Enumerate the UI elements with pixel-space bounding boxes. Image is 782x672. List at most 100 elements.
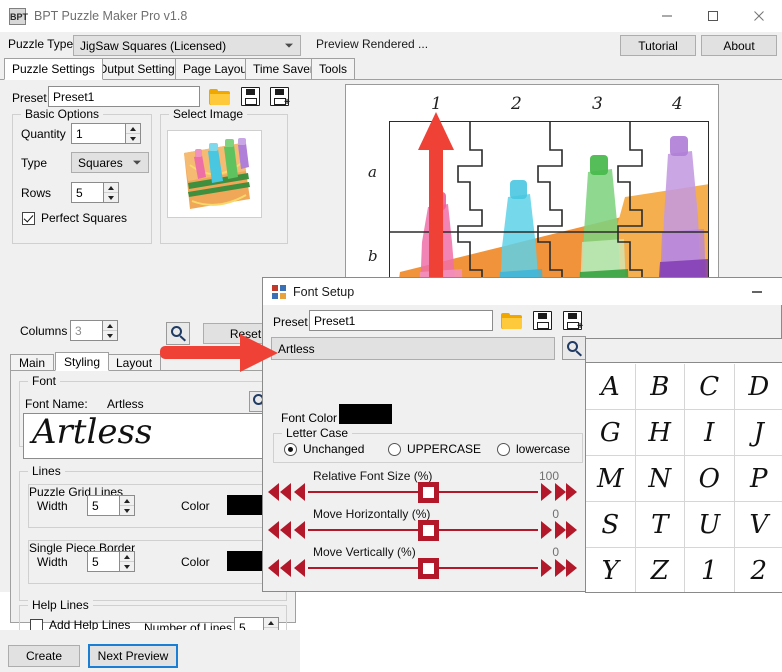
font-grid-cell[interactable]: H xyxy=(636,410,686,456)
magnify-image-button[interactable] xyxy=(166,322,190,345)
tab-tools[interactable]: Tools xyxy=(311,58,355,80)
fast-increment-icon[interactable] xyxy=(555,559,566,577)
save-as-icon[interactable]: + xyxy=(559,309,586,332)
font-grid-cell[interactable]: J xyxy=(735,410,782,456)
folder-open-icon[interactable] xyxy=(498,309,525,332)
fast-increment-icon[interactable] xyxy=(555,521,566,539)
columns-up-icon[interactable] xyxy=(103,321,117,331)
font-grid-cell[interactable]: G xyxy=(586,410,636,456)
fast-decrement-icon[interactable] xyxy=(268,521,279,539)
type-select[interactable]: Squares xyxy=(71,152,149,173)
font-grid-cell[interactable]: 2 xyxy=(735,548,782,593)
rows-down-icon[interactable] xyxy=(104,193,118,202)
tab-main[interactable]: Main xyxy=(10,354,54,371)
tab-output-settings[interactable]: Output Settings xyxy=(90,58,189,80)
quantity-down-icon[interactable] xyxy=(126,134,140,143)
decrement-icon[interactable] xyxy=(294,521,305,539)
preset-input[interactable]: Preset1 xyxy=(48,86,200,107)
border-width-stepper[interactable]: 5 xyxy=(87,551,135,572)
rows-stepper[interactable]: 5 xyxy=(71,182,119,203)
settings-panel: Preset Preset1 + Basic Options Quantity … xyxy=(0,80,300,550)
border-width-down-icon[interactable] xyxy=(120,562,134,571)
crayon-box-image xyxy=(176,137,254,212)
save-as-icon[interactable]: + xyxy=(266,85,293,108)
grid-width-stepper[interactable]: 5 xyxy=(87,495,135,516)
create-button[interactable]: Create xyxy=(8,645,80,667)
fast-increment-icon-2[interactable] xyxy=(566,483,577,501)
tutorial-button[interactable]: Tutorial xyxy=(620,35,696,56)
font-grid-cell[interactable]: A xyxy=(586,364,636,410)
image-thumbnail[interactable] xyxy=(167,130,262,218)
font-search-button[interactable] xyxy=(562,336,586,360)
tab-puzzle-settings[interactable]: Puzzle Settings xyxy=(4,58,103,80)
font-grid-cell[interactable]: V xyxy=(735,502,782,548)
quantity-up-icon[interactable] xyxy=(126,124,140,134)
minimize-icon[interactable] xyxy=(735,278,779,305)
font-preview-box[interactable]: Artless xyxy=(23,413,285,459)
fast-increment-icon[interactable] xyxy=(555,483,566,501)
font-grid-cell[interactable]: N xyxy=(636,456,686,502)
perfect-squares-checkbox[interactable]: Perfect Squares xyxy=(22,211,127,225)
font-setup-preset-input[interactable]: Preset1 xyxy=(309,310,493,331)
folder-open-icon[interactable] xyxy=(206,85,233,108)
border-width-up-icon[interactable] xyxy=(120,552,134,562)
font-grid-cell[interactable]: P xyxy=(735,456,782,502)
close-icon[interactable] xyxy=(736,0,782,32)
number-of-lines-up-icon[interactable] xyxy=(264,618,278,628)
font-grid-row: M N O P xyxy=(586,456,782,502)
radio-uppercase[interactable]: UPPERCASE xyxy=(388,442,481,456)
move-vertically-slider[interactable]: Move Vertically (%) 0 xyxy=(263,545,583,589)
font-grid-cell[interactable]: Y xyxy=(586,548,636,593)
increment-icon[interactable] xyxy=(541,559,552,577)
slider-thumb[interactable] xyxy=(418,520,439,541)
rows-up-icon[interactable] xyxy=(104,183,118,193)
grid-width-up-icon[interactable] xyxy=(120,496,134,506)
checkbox-icon xyxy=(22,212,35,225)
fast-decrement-icon-2[interactable] xyxy=(280,483,291,501)
font-grid-cell[interactable]: M xyxy=(586,456,636,502)
quantity-stepper[interactable]: 1 xyxy=(71,123,141,144)
font-grid-cell[interactable]: 1 xyxy=(685,548,735,593)
font-grid-cell[interactable]: S xyxy=(586,502,636,548)
save-icon[interactable] xyxy=(237,85,264,108)
fast-increment-icon-2[interactable] xyxy=(566,559,577,577)
font-family-select[interactable]: Artless xyxy=(271,337,555,360)
font-grid-cell[interactable]: B xyxy=(636,364,686,410)
font-character-grid[interactable]: A B C D G H I J M N O P xyxy=(585,338,782,593)
columns-down-icon[interactable] xyxy=(103,331,117,340)
grid-width-down-icon[interactable] xyxy=(120,506,134,515)
preview-row-header: b xyxy=(368,247,378,265)
minimize-icon[interactable] xyxy=(644,0,690,32)
maximize-icon[interactable] xyxy=(690,0,736,32)
fast-decrement-icon-2[interactable] xyxy=(280,559,291,577)
slider-thumb[interactable] xyxy=(418,482,439,503)
relative-font-size-label: Relative Font Size (%) xyxy=(313,469,432,483)
tab-styling[interactable]: Styling xyxy=(55,352,109,371)
font-grid-cell[interactable]: U xyxy=(685,502,735,548)
font-color-swatch[interactable] xyxy=(339,404,392,424)
font-grid-cell[interactable]: O xyxy=(685,456,735,502)
increment-icon[interactable] xyxy=(541,483,552,501)
font-grid-cell[interactable]: Z xyxy=(636,548,686,593)
decrement-icon[interactable] xyxy=(294,483,305,501)
font-grid-cell[interactable]: I xyxy=(685,410,735,456)
about-button[interactable]: About xyxy=(701,35,777,56)
font-grid-cell[interactable]: C xyxy=(685,364,735,410)
save-icon[interactable] xyxy=(529,309,556,332)
fast-decrement-icon-2[interactable] xyxy=(280,521,291,539)
radio-unchanged[interactable]: Unchanged xyxy=(284,442,364,456)
increment-icon[interactable] xyxy=(541,521,552,539)
tab-layout[interactable]: Layout xyxy=(107,354,161,371)
fast-decrement-icon[interactable] xyxy=(268,483,279,501)
slider-thumb[interactable] xyxy=(418,558,439,579)
next-preview-button[interactable]: Next Preview xyxy=(88,644,178,668)
font-grid-cell[interactable]: D xyxy=(735,364,782,410)
columns-stepper[interactable]: 3 xyxy=(70,320,118,341)
fast-increment-icon-2[interactable] xyxy=(566,521,577,539)
font-grid-cell[interactable]: T xyxy=(636,502,686,548)
styling-panel: Font Font Name: Artless Artless Lines Pu… xyxy=(10,371,296,623)
fast-decrement-icon[interactable] xyxy=(268,559,279,577)
puzzle-type-select[interactable]: JigSaw Squares (Licensed) xyxy=(73,35,301,56)
radio-lowercase[interactable]: lowercase xyxy=(497,442,570,456)
decrement-icon[interactable] xyxy=(294,559,305,577)
